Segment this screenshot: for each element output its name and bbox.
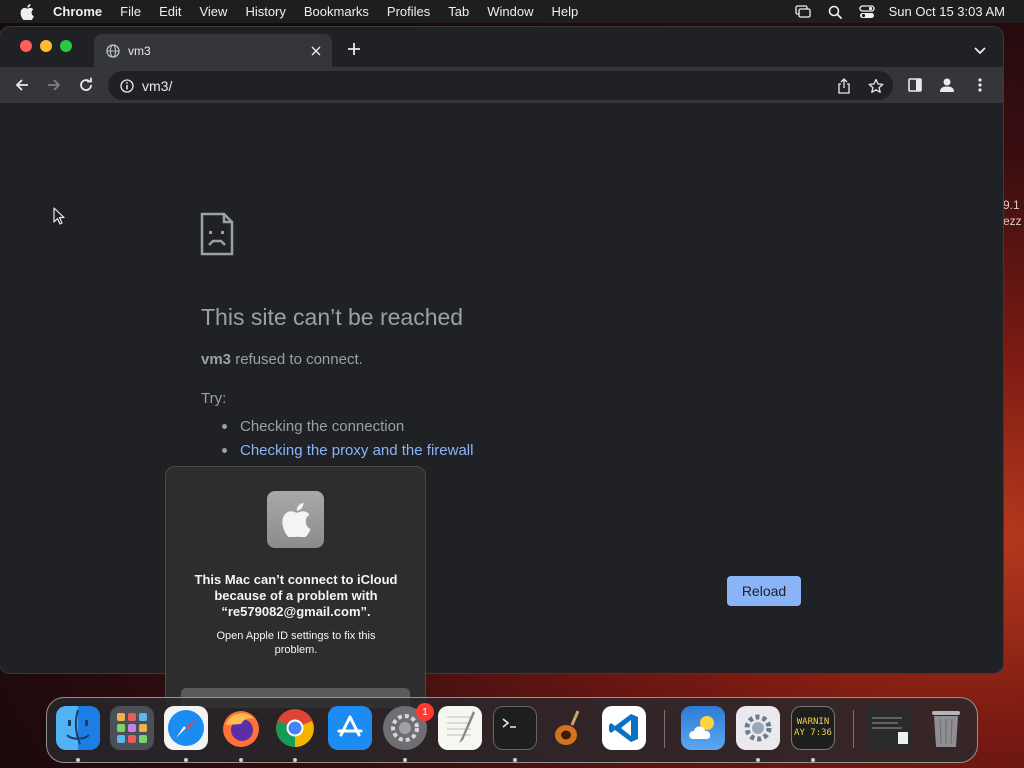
running-indicator (811, 758, 815, 762)
menu-bar-clock[interactable]: Sun Oct 15 3:03 AM (889, 4, 1005, 19)
mouse-pointer-icon (53, 207, 65, 225)
finder-icon[interactable] (56, 706, 100, 750)
textedit-icon[interactable] (438, 706, 482, 750)
desktop: Chrome File Edit View History Bookmarks … (0, 0, 1024, 768)
try-label: Try: (201, 390, 227, 407)
safari-icon[interactable] (164, 706, 208, 750)
globe-icon (106, 43, 120, 58)
alert-body: Open Apple ID settings to fix this probl… (216, 630, 376, 656)
alert-title: This Mac can’t connect to iCloud because… (194, 572, 398, 619)
back-button[interactable] (13, 76, 31, 94)
page-content: This site can’t be reached vm3 refused t… (0, 104, 1003, 673)
side-panel-icon[interactable] (906, 76, 924, 94)
suggestion-check-connection: Checking the connection (222, 414, 473, 438)
notification-badge: 1 (416, 703, 434, 721)
menu-history[interactable]: History (236, 4, 294, 19)
spotlight-search-icon[interactable] (819, 1, 851, 23)
window-minimize-button[interactable] (40, 40, 52, 52)
tab-vm3[interactable]: vm3 (94, 34, 332, 67)
tab-title: vm3 (128, 43, 151, 58)
launchpad-icon[interactable] (110, 706, 154, 750)
apple-menu-icon[interactable] (20, 3, 34, 20)
running-indicator (76, 758, 80, 762)
menu-edit[interactable]: Edit (150, 4, 190, 19)
reload-button[interactable]: Reload (727, 576, 801, 606)
menu-bar: Chrome File Edit View History Bookmarks … (0, 0, 1024, 23)
error-title: This site can’t be reached (201, 304, 464, 330)
menu-bookmarks[interactable]: Bookmarks (295, 4, 378, 19)
app-store-icon[interactable] (328, 706, 372, 750)
console-line: WARNIN (796, 717, 830, 727)
bookmark-star-icon[interactable] (867, 77, 885, 95)
dock: 1 WARNIN AY 7:36 (46, 697, 978, 763)
address-bar[interactable]: vm3/ (108, 71, 893, 100)
tab-strip: vm3 (0, 27, 1003, 67)
dock-separator (853, 710, 854, 748)
forward-button[interactable] (45, 76, 63, 94)
icloud-alert: This Mac can’t connect to iCloud because… (165, 466, 426, 708)
control-center-icon[interactable] (851, 1, 883, 23)
reload-icon[interactable] (77, 76, 95, 94)
firefox-icon[interactable] (219, 706, 263, 750)
running-indicator (184, 758, 188, 762)
dock-separator (664, 710, 665, 748)
weather-icon[interactable] (681, 706, 725, 750)
menu-view[interactable]: View (190, 4, 236, 19)
garageband-icon[interactable] (547, 706, 591, 750)
window-controls (20, 40, 72, 52)
address-bar-url[interactable]: vm3/ (142, 78, 172, 94)
running-indicator (293, 758, 297, 762)
site-info-icon[interactable] (120, 78, 134, 93)
sad-page-icon (200, 212, 234, 256)
error-host: vm3 (201, 351, 232, 368)
background-text-line: ezz (1003, 214, 1022, 228)
console-icon[interactable]: WARNIN AY 7:36 (791, 706, 835, 750)
menu-file[interactable]: File (111, 4, 150, 19)
chrome-window: vm3 vm3/ This site can’t be reached vm3 … (0, 27, 1003, 673)
settings-gear-icon[interactable] (736, 706, 780, 750)
background-text-line: 9.1 (1003, 198, 1020, 212)
suggestion-list: Checking the connection Checking the pro… (222, 414, 473, 462)
trash-icon[interactable] (924, 706, 968, 750)
browser-toolbar: vm3/ (0, 67, 1003, 104)
running-indicator (403, 758, 407, 762)
background-window-text: 9.1 ezz (1003, 197, 1022, 229)
menu-app-name[interactable]: Chrome (48, 4, 111, 19)
running-indicator (239, 758, 243, 762)
new-tab-button[interactable] (346, 41, 362, 57)
running-indicator (513, 758, 517, 762)
suggestion-check-proxy-link[interactable]: Checking the proxy and the firewall (222, 438, 473, 462)
running-indicator (756, 758, 760, 762)
chevron-down-icon[interactable] (973, 43, 987, 55)
window-zoom-button[interactable] (60, 40, 72, 52)
profile-avatar-icon[interactable] (938, 76, 956, 94)
menu-tab[interactable]: Tab (439, 4, 478, 19)
menu-window[interactable]: Window (478, 4, 542, 19)
document-stack-icon[interactable] (868, 706, 912, 750)
apple-logo-icon (267, 491, 324, 548)
menu-bar-status: Sun Oct 15 3:03 AM (787, 1, 1024, 23)
menu-profiles[interactable]: Profiles (378, 4, 439, 19)
console-line: AY 7:36 (794, 728, 832, 738)
window-close-button[interactable] (20, 40, 32, 52)
tab-close-icon[interactable] (309, 44, 323, 58)
terminal-icon[interactable] (493, 706, 537, 750)
error-message-text: refused to connect. (231, 351, 363, 368)
address-bar-actions (835, 77, 885, 95)
share-icon[interactable] (835, 77, 853, 95)
vscode-icon[interactable] (602, 706, 646, 750)
error-message: vm3 refused to connect. (201, 351, 363, 368)
chrome-icon[interactable] (273, 706, 317, 750)
screen-mirroring-icon[interactable] (787, 1, 819, 23)
more-menu-icon[interactable] (971, 76, 989, 94)
menu-help[interactable]: Help (543, 4, 588, 19)
